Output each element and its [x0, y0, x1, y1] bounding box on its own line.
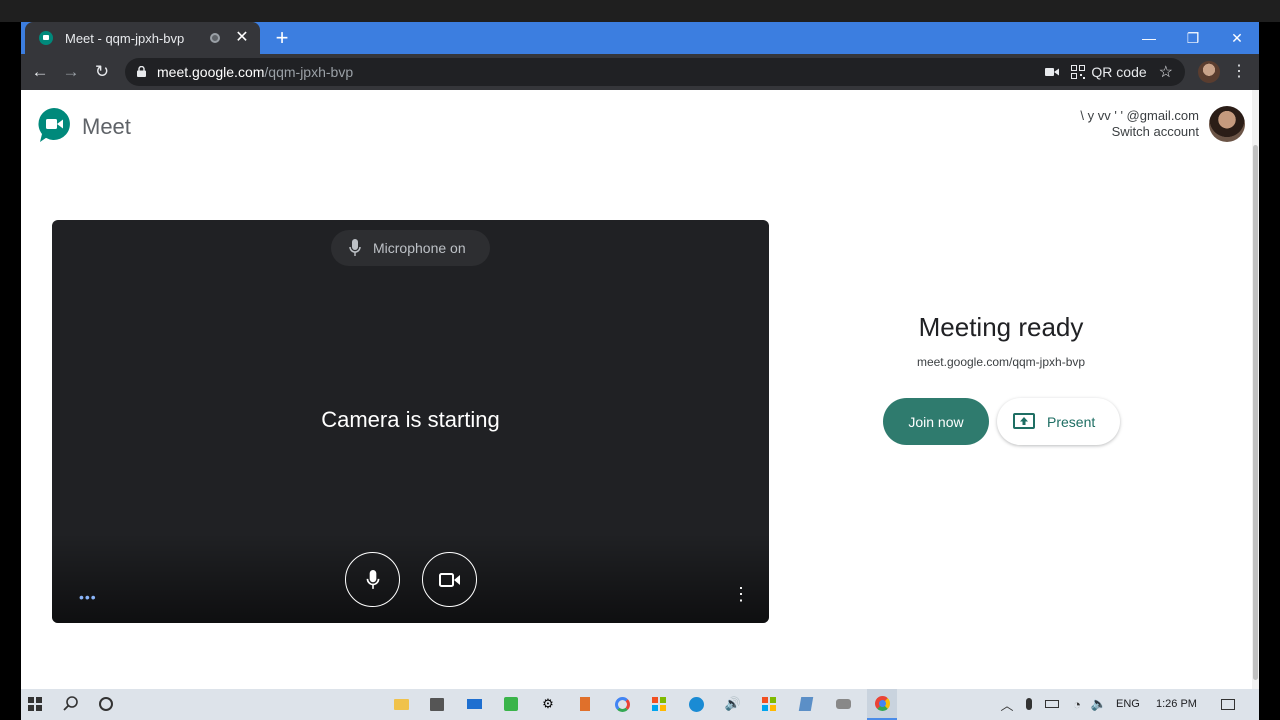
screen: Meet - qqm-jpxh-bvp ✕ + — ❐ ✕ ← → ↻ meet… [0, 0, 1280, 720]
reload-button[interactable]: ↻ [92, 62, 112, 82]
office-icon[interactable] [649, 694, 669, 714]
tab-title: Meet - qqm-jpxh-bvp [65, 30, 185, 46]
meeting-url: meet.google.com/qqm-jpxh-bvp [916, 355, 1086, 369]
settings-gear-icon[interactable]: ⚙ [538, 694, 558, 714]
qr-code-icon [1071, 65, 1086, 79]
battery-icon[interactable] [1042, 694, 1062, 714]
meeting-ready-title: Meeting ready [918, 312, 1084, 342]
lock-icon [137, 66, 146, 77]
mail-icon[interactable] [464, 694, 484, 714]
join-now-button[interactable]: Join now [883, 398, 989, 445]
qr-code-button[interactable]: QR code [1071, 64, 1147, 80]
microphone-icon [349, 239, 361, 256]
browser-toolbar: ← → ↻ meet.google.com/qqm-jpxh-bvp QR co… [21, 54, 1259, 90]
scrollbar-thumb[interactable] [1253, 145, 1258, 680]
address-bar[interactable]: meet.google.com/qqm-jpxh-bvp QR code ☆ [125, 58, 1185, 86]
browser-menu-icon[interactable]: ⋮ [1231, 62, 1247, 82]
close-tab-icon[interactable]: ✕ [234, 30, 250, 46]
edge-icon[interactable] [686, 694, 706, 714]
cortana-icon[interactable] [96, 694, 116, 714]
video-preview: Microphone on Camera is starting ••• ⋮ [52, 220, 769, 623]
windows-color-icon[interactable] [759, 694, 779, 714]
present-screen-icon [1013, 412, 1035, 429]
back-button[interactable]: ← [30, 62, 50, 82]
new-tab-button[interactable]: + [271, 27, 293, 49]
snipping-tool-icon[interactable] [833, 694, 853, 714]
present-button[interactable]: Present [997, 398, 1120, 445]
minimize-icon[interactable]: — [1139, 28, 1159, 48]
show-hidden-icons-icon[interactable]: ︿ [997, 694, 1017, 714]
file-explorer-icon[interactable] [391, 694, 411, 714]
video-gradient [52, 533, 769, 623]
meet-app-name: Meet [82, 114, 131, 139]
screen-right-edge [1259, 22, 1280, 720]
camera-status-message: Camera is starting [321, 407, 500, 432]
speaker-app-icon[interactable]: 🔊 [723, 694, 743, 714]
video-camera-icon [438, 572, 460, 587]
clock-time[interactable]: 1:26 PM [1156, 698, 1197, 710]
store-icon[interactable] [427, 694, 447, 714]
account-info[interactable]: \ y vv ' ' @gmail.com Switch account [1080, 108, 1199, 140]
notepad-icon[interactable] [796, 694, 816, 714]
toggle-microphone-button[interactable] [345, 552, 400, 607]
tab-strip: Meet - qqm-jpxh-bvp ✕ + — ❐ ✕ [21, 22, 1259, 54]
windows-start-icon[interactable] [25, 694, 45, 714]
camtasia-icon[interactable] [501, 694, 521, 714]
microphone-status-text: Microphone on [373, 240, 466, 256]
meet-page: Meet \ y vv ' ' @gmail.com Switch accoun… [21, 90, 1259, 689]
switch-account-link[interactable]: Switch account [1080, 124, 1199, 140]
avatar[interactable] [1209, 106, 1245, 142]
close-window-icon[interactable]: ✕ [1227, 28, 1247, 48]
chrome-taskbar-icon[interactable] [867, 689, 897, 720]
account-email: \ y vv ' ' @gmail.com [1080, 108, 1199, 123]
browser-profile-avatar[interactable] [1198, 61, 1220, 83]
microphone-status-pill: Microphone on [331, 230, 490, 266]
google-chrome-g-icon[interactable] [612, 694, 632, 714]
star-icon[interactable]: ☆ [1159, 62, 1173, 82]
visual-effects-icon[interactable]: ••• [79, 589, 97, 605]
url-host: meet.google.com [157, 64, 265, 80]
volume-icon[interactable]: 🔈 [1089, 694, 1109, 714]
microphone-icon [366, 569, 379, 589]
forward-button[interactable]: → [61, 62, 81, 82]
wifi-icon[interactable]: ◔ [1067, 694, 1087, 714]
meet-logo-icon [38, 108, 70, 142]
input-language[interactable]: ENG [1116, 698, 1140, 710]
recording-indicator-icon [210, 33, 220, 43]
top-black-strip [0, 0, 1280, 22]
meet-favicon-icon [39, 31, 53, 45]
more-options-icon[interactable]: ⋮ [732, 584, 750, 605]
toggle-camera-button[interactable] [422, 552, 477, 607]
restore-icon[interactable]: ❐ [1183, 28, 1203, 48]
microphone-tray-icon[interactable] [1019, 694, 1039, 714]
omnibox-actions: QR code ☆ [1045, 58, 1173, 86]
camera-off-icon[interactable] [1045, 67, 1060, 77]
notifications-icon[interactable] [1218, 694, 1238, 714]
browser-window: Meet - qqm-jpxh-bvp ✕ + — ❐ ✕ ← → ↻ meet… [21, 22, 1259, 689]
url-text: meet.google.com/qqm-jpxh-bvp [157, 64, 353, 80]
present-label: Present [1047, 413, 1096, 430]
browser-tab[interactable]: Meet - qqm-jpxh-bvp ✕ [25, 22, 260, 54]
page-scrollbar[interactable] [1252, 90, 1259, 689]
search-icon[interactable] [61, 694, 81, 714]
app-u-icon[interactable] [575, 694, 595, 714]
url-path: /qqm-jpxh-bvp [264, 64, 354, 80]
windows-taskbar: ⚙ 🔊 ︿ ◔ 🔈 ENG 1:26 PM [21, 689, 1259, 720]
qr-code-label: QR code [1091, 64, 1147, 80]
